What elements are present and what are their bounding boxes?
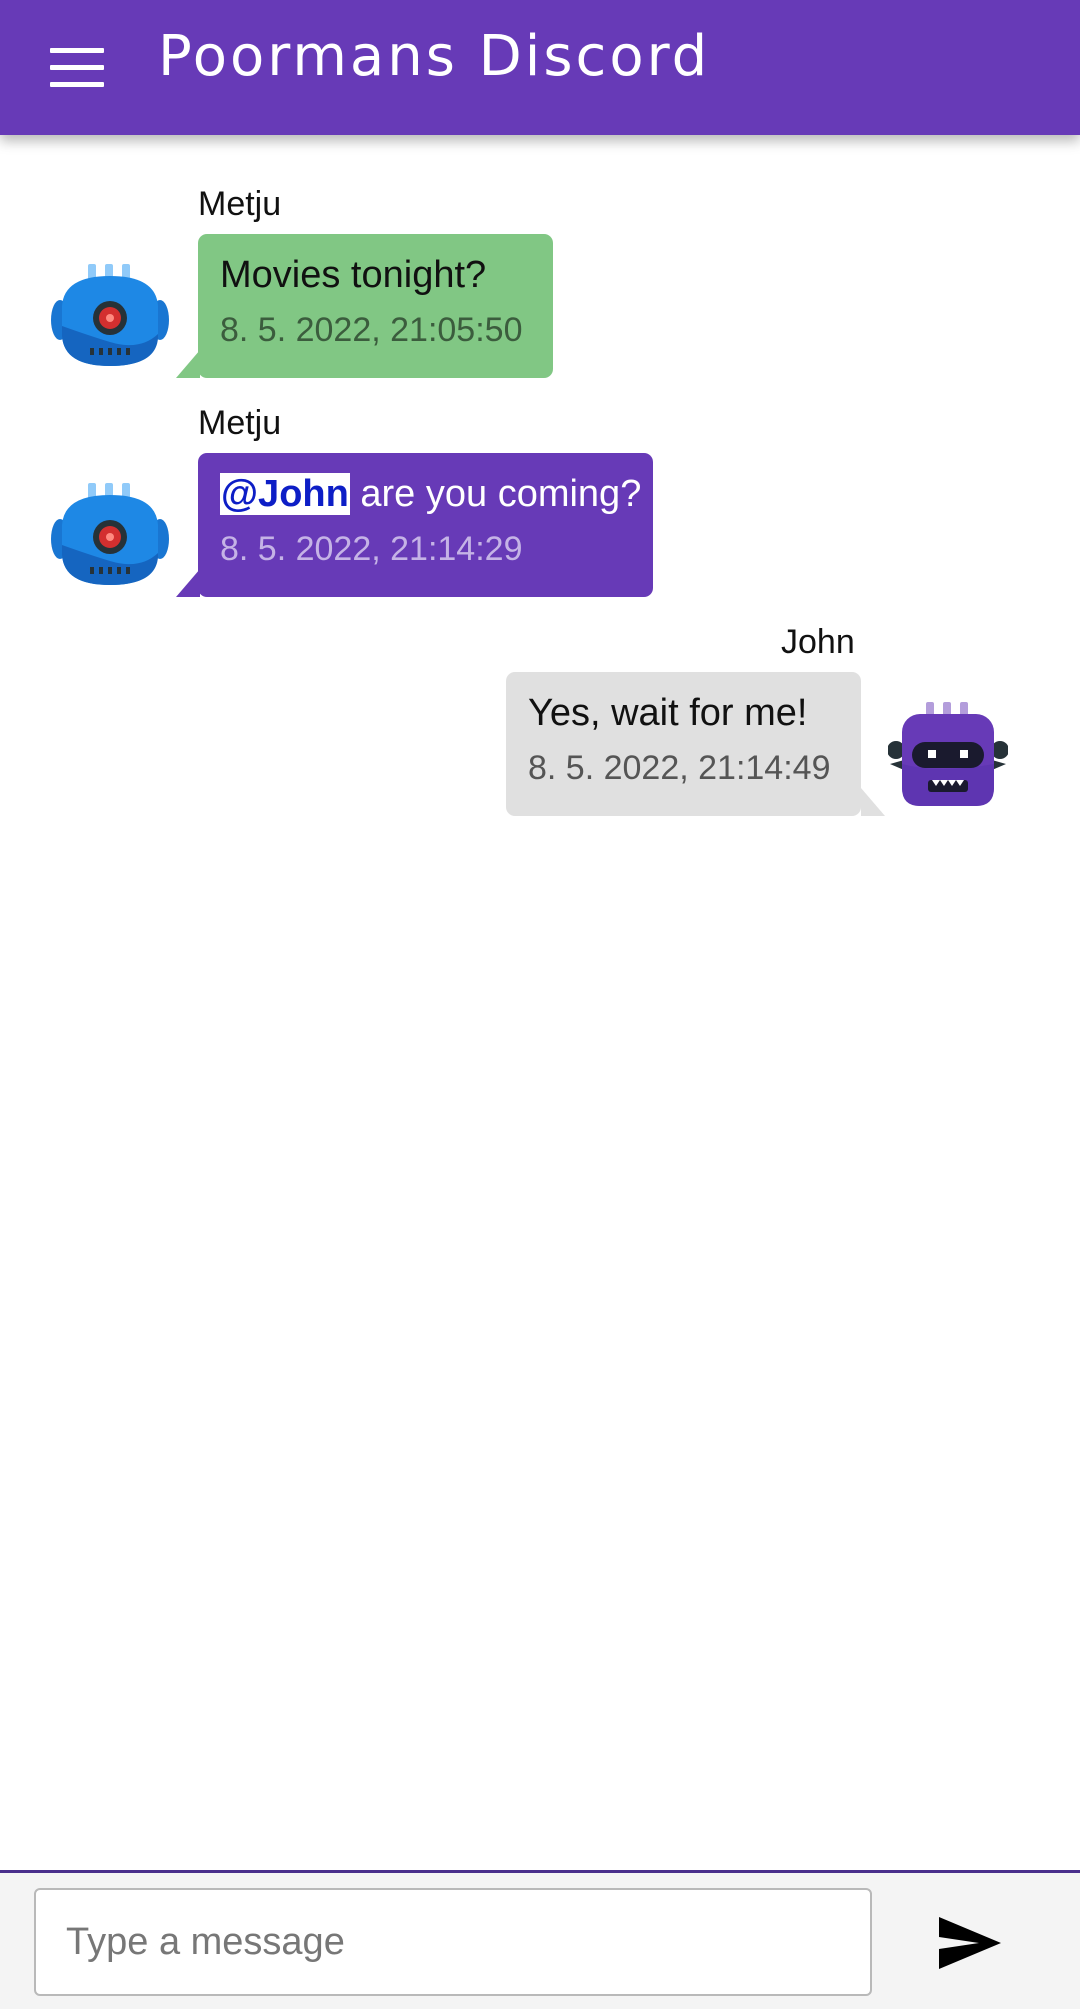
bubble-tail: [176, 350, 200, 378]
user-mention[interactable]: @John: [220, 473, 350, 515]
message-input[interactable]: [34, 1888, 872, 1996]
app-header: Poormans Discord: [0, 0, 1080, 135]
bubble-tail: [176, 569, 200, 597]
message-sender: John: [781, 623, 855, 661]
purple-robot-avatar: [887, 694, 1009, 814]
blue-robot-avatar: [50, 475, 170, 595]
hamburger-menu-icon[interactable]: [50, 48, 104, 88]
message-timestamp: 8. 5. 2022, 21:14:49: [528, 749, 831, 787]
message-text: Movies tonight?: [220, 254, 487, 296]
message-timestamp: 8. 5. 2022, 21:14:29: [220, 530, 523, 568]
chat-app: Poormans Discord Metju Movies tonight? 8…: [0, 0, 1080, 2009]
message-text: @John are you coming?: [220, 471, 641, 517]
message-composer: [0, 1870, 1080, 2009]
app-title: Poormans Discord: [158, 24, 711, 89]
blue-robot-avatar: [50, 256, 170, 376]
message-bubble: @John are you coming? 8. 5. 2022, 21:14:…: [198, 453, 653, 597]
message-sender: Metju: [198, 404, 282, 442]
bubble-tail: [861, 788, 885, 816]
message-sender: Metju: [198, 185, 282, 223]
message-bubble: Yes, wait for me! 8. 5. 2022, 21:14:49: [506, 672, 861, 816]
send-icon[interactable]: [935, 1913, 1005, 1973]
message-text: Yes, wait for me!: [528, 692, 808, 734]
message-text-body: are you coming?: [349, 473, 642, 515]
message-bubble: Movies tonight? 8. 5. 2022, 21:05:50: [198, 234, 553, 378]
message-timestamp: 8. 5. 2022, 21:05:50: [220, 311, 523, 349]
